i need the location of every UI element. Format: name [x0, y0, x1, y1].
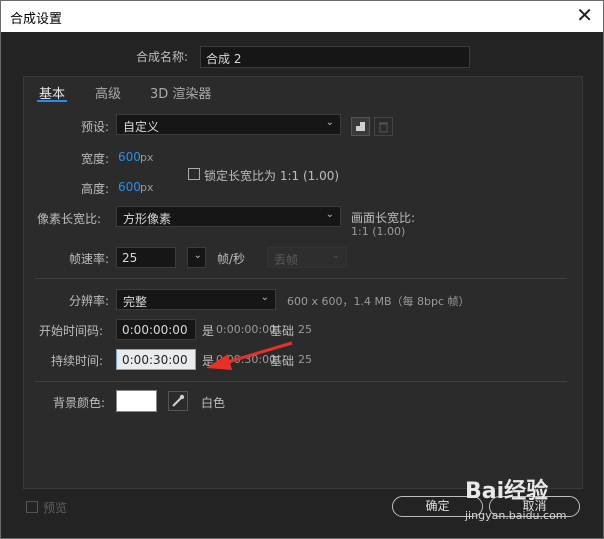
preview-checkbox[interactable] [26, 501, 38, 513]
close-icon[interactable]: ✕ [576, 4, 593, 26]
chevron-down-icon: ⌄ [325, 209, 334, 220]
frame-rate-input[interactable]: 25 [116, 247, 176, 268]
duration-label: 持续时间: [51, 354, 104, 368]
divider [35, 278, 567, 279]
drop-frame-select: 丢帧 ⌄ [267, 247, 347, 268]
settings-panel [23, 76, 583, 489]
frame-rate-label: 帧速率: [69, 252, 110, 266]
preset-select[interactable]: 自定义 ⌄ [116, 114, 341, 135]
window-title: 合成设置 [10, 12, 63, 27]
height-label: 高度: [81, 182, 110, 196]
watermark-url: jingyan.baidu.com [465, 509, 567, 522]
frame-aspect-label: 画面长宽比: [351, 211, 416, 225]
preview-label: 预览 [43, 501, 68, 515]
resolution-value: 完整 [123, 295, 148, 309]
pixel-aspect-value: 方形像素 [123, 212, 172, 226]
active-tab-indicator [37, 100, 67, 102]
bg-color-label: 背景颜色: [53, 396, 106, 410]
chevron-down-icon: ⌄ [260, 292, 269, 303]
width-label: 宽度: [81, 152, 110, 166]
pixel-aspect-label: 像素长宽比: [37, 212, 102, 226]
height-unit: px [140, 181, 154, 194]
start-timecode-input[interactable]: 0:00:00:00 [116, 319, 196, 340]
comp-name-input[interactable]: 合成 2 [200, 46, 470, 68]
preset-label: 预设: [81, 120, 110, 134]
resolution-label: 分辨率: [69, 294, 110, 308]
frame-aspect-value: 1:1 (1.00) [351, 225, 406, 238]
start-timecode-label: 开始时间码: [39, 324, 104, 338]
bg-color-name: 白色 [201, 396, 226, 410]
duration-base-value: 25 [298, 353, 312, 366]
watermark-brand: Bai经验 [465, 479, 549, 504]
frame-rate-dropdown[interactable]: ⌄ [187, 247, 206, 268]
lock-aspect-label: 锁定长宽比为 1:1 (1.00) [204, 169, 340, 183]
watermark-logo: Bai经验 jingyan.baidu.com [463, 473, 575, 529]
start-base-value: 25 [298, 323, 312, 336]
resolution-select[interactable]: 完整 ⌄ [116, 289, 276, 310]
eyedropper-icon[interactable] [168, 391, 188, 411]
drop-frame-value: 丢帧 [274, 253, 299, 267]
lock-aspect-checkbox[interactable] [188, 168, 200, 180]
tab-3d-renderer[interactable]: 3D 渲染器 [150, 83, 211, 102]
divider [35, 381, 567, 382]
width-unit: px [140, 151, 154, 164]
preset-value: 自定义 [123, 120, 160, 134]
pixel-aspect-select[interactable]: 方形像素 ⌄ [116, 206, 341, 227]
start-is-value: 0:00:00:00 [216, 323, 277, 336]
height-value[interactable]: 600 [118, 180, 141, 194]
save-preset-icon[interactable] [351, 117, 370, 136]
chevron-down-icon: ⌄ [325, 117, 334, 128]
duration-input[interactable]: 0:00:30:00 [116, 349, 196, 370]
title-bar: 合成设置 ✕ [1, 1, 603, 32]
resolution-info: 600 x 600，1.4 MB（每 8bpc 帧） [287, 295, 470, 308]
annotation-arrow [206, 341, 293, 370]
comp-name-label: 合成名称: [136, 50, 189, 64]
chevron-down-icon: ⌄ [331, 250, 340, 261]
composition-settings-dialog: 合成设置 ✕ 合成名称: 合成 2 基本 高级 3D 渲染器 预设: 自定义 ⌄… [0, 0, 604, 539]
delete-preset-icon[interactable] [374, 117, 393, 136]
width-value[interactable]: 600 [118, 150, 141, 164]
frame-rate-unit: 帧/秒 [217, 252, 246, 266]
bg-color-swatch[interactable] [116, 390, 157, 412]
tab-advanced[interactable]: 高级 [95, 83, 121, 102]
chevron-down-icon: ⌄ [193, 250, 202, 261]
